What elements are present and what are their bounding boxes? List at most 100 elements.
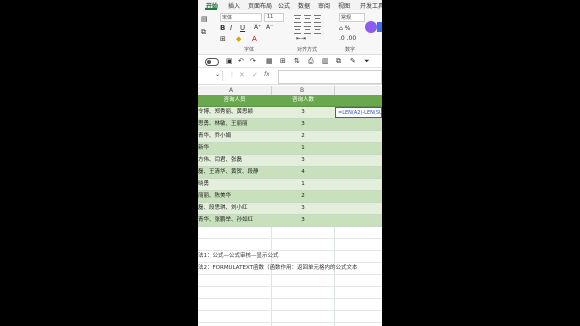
font-name-dropdown[interactable]: 宋体 [220, 13, 262, 22]
name-cell[interactable]: 令博、郑秀丽、黄思颖 [198, 107, 271, 118]
sort-icon[interactable]: ⇅ [294, 57, 300, 65]
note-method-1[interactable]: 法1：公式—公式审核—显示公式 [198, 251, 279, 261]
italic-button[interactable]: I [230, 24, 232, 32]
print-icon[interactable]: ⎙ [308, 57, 314, 65]
table-row: 思勇、林敏、王丽丽 3 [198, 119, 382, 131]
tab-review[interactable]: 审阅 [318, 1, 330, 10]
tab-view[interactable]: 视图 [338, 1, 350, 10]
tab-formulas[interactable]: 公式 [278, 1, 290, 10]
name-box-chevron-icon: ⌄ [215, 71, 221, 78]
grid-icon[interactable]: ⊞ [280, 57, 286, 65]
save-icon[interactable]: ▣ [226, 57, 233, 65]
copy-icon[interactable]: ⧉ [201, 28, 206, 36]
column-separator [334, 86, 335, 95]
align-center-icon[interactable] [304, 26, 311, 34]
name-cell[interactable]: 思勇、林敏、王丽丽 [198, 119, 271, 130]
table-row: 磊、王清华、黄贺、段静 4 [198, 167, 382, 179]
grow-font-button[interactable]: A⁺ [254, 24, 261, 32]
table-row: 令博、郑秀丽、黄思颖 3 =LEN(A2)-LEN(SU [198, 107, 382, 119]
name-cell[interactable]: 磊、段思琪、刘小红 [198, 203, 271, 214]
paste-icon[interactable]: ▤ [201, 15, 208, 23]
tab-data[interactable]: 数据 [298, 1, 310, 10]
table-row: 晓勇 1 [198, 179, 382, 191]
assistant-icon[interactable] [365, 21, 377, 33]
fill-color-icon[interactable]: ◆ [236, 35, 241, 43]
shrink-font-button[interactable]: A⁻ [266, 24, 273, 32]
redo-icon[interactable]: ↷ [250, 57, 256, 65]
name-cell[interactable]: 青华、张鹏举、孙如红 [198, 215, 271, 226]
count-cell[interactable]: 3 [272, 155, 334, 166]
header-c-cell[interactable] [335, 95, 382, 106]
grid-line [198, 238, 382, 239]
indent-icon[interactable]: ⇤⇥ [296, 35, 306, 43]
count-cell[interactable]: 2 [272, 131, 334, 142]
number-format-dropdown[interactable]: 常规 [339, 13, 365, 22]
align-bottom-icon[interactable] [314, 15, 321, 23]
align-left-icon[interactable] [294, 26, 301, 34]
grid-line [198, 298, 382, 299]
brush-icon[interactable]: ✎ [350, 57, 356, 65]
worksheet-grid: 咨询人员 咨询人数 令博、郑秀丽、黄思颖 3 =LEN(A2)-LEN(SU 思… [198, 95, 382, 326]
font-size-dropdown[interactable]: 11 [264, 13, 284, 22]
name-box[interactable]: ⌄ [198, 71, 223, 81]
count-cell[interactable]: 3 [272, 203, 334, 214]
currency-icon[interactable]: ⌂ % [339, 25, 350, 33]
table-row: 青华、张鹏举、孙如红 3 [198, 215, 382, 227]
underline-button[interactable]: U [240, 24, 245, 32]
styles-icon[interactable] [377, 22, 382, 32]
confirm-icon[interactable]: ✓ [252, 71, 258, 79]
font-name-value: 宋体 [222, 15, 233, 21]
align-top-icon[interactable] [294, 15, 301, 23]
more-icon[interactable]: ⋮ [229, 71, 235, 79]
font-size-value: 11 [267, 14, 274, 20]
chart-icon[interactable]: ▥ [322, 57, 329, 65]
quick-access-toolbar: ▣ ↶ ↷ ▦ ⊞ ⇅ ⎙ ▥ ⧉ ✎ ⏷ [198, 55, 382, 68]
count-cell[interactable]: 1 [272, 179, 334, 190]
copy-format-icon[interactable]: ⧉ [336, 57, 341, 65]
name-cell[interactable]: 磊、王清华、黄贺、段静 [198, 167, 271, 178]
align-right-icon[interactable] [314, 26, 321, 34]
name-cell[interactable]: 新华 [198, 143, 271, 154]
menu-bar: 开始 插入 页面布局 公式 数据 审阅 视图 开发工具 [198, 0, 382, 10]
name-cell[interactable]: 青华、乔小娟 [198, 131, 271, 142]
tab-page-layout[interactable]: 页面布局 [248, 1, 272, 10]
fx-icon[interactable]: fx [264, 71, 270, 79]
count-cell[interactable]: 2 [272, 191, 334, 202]
table-row: 青华、乔小娟 2 [198, 131, 382, 143]
name-cell[interactable]: 丽丽、陈美华 [198, 191, 271, 202]
name-cell[interactable]: 晓勇 [198, 179, 271, 190]
count-cell[interactable]: 3 [272, 215, 334, 226]
border-icon[interactable]: ⊞ [220, 35, 226, 43]
count-cell[interactable]: 1 [272, 143, 334, 154]
alignment-group-label: 对齐方式 [297, 47, 318, 53]
column-a-header[interactable]: A [229, 87, 233, 94]
bold-button[interactable]: B [220, 24, 225, 32]
note-method-2[interactable]: 法2：FORMULATEXT函数（函数作用：返回单元格内的公式文本 [198, 263, 357, 273]
filter-icon[interactable]: ⏷ [364, 57, 370, 65]
align-middle-icon[interactable] [304, 15, 311, 23]
header-count[interactable]: 咨询人数 [272, 95, 334, 106]
table-row: 丽丽、陈美华 2 [198, 191, 382, 203]
formula-input[interactable] [278, 70, 382, 84]
tab-insert[interactable]: 插入 [228, 1, 240, 10]
name-cell[interactable]: 方伟、闫君、张磊 [198, 155, 271, 166]
column-b-header[interactable]: B [300, 87, 304, 94]
count-cell[interactable]: 3 [272, 107, 334, 118]
decimal-icon[interactable]: .0 .00 [339, 35, 356, 43]
count-cell[interactable]: 4 [272, 167, 334, 178]
tab-developer[interactable]: 开发工具 [360, 1, 382, 10]
grid-line [198, 286, 382, 287]
autosave-toggle[interactable] [205, 58, 219, 66]
font-color-button[interactable]: A [252, 35, 257, 43]
grid-line [198, 310, 382, 311]
spreadsheet-app: 开始 插入 页面布局 公式 数据 审阅 视图 开发工具 ▤ ⧉ 宋体 11 B … [198, 0, 382, 326]
table-icon[interactable]: ▦ [266, 57, 273, 65]
count-cell[interactable]: 3 [272, 119, 334, 130]
selected-formula-cell[interactable]: =LEN(A2)-LEN(SU [335, 107, 382, 118]
formula-text: =LEN(A2)-LEN(SU [338, 110, 381, 116]
cancel-icon[interactable]: ✕ [239, 71, 245, 79]
undo-icon[interactable]: ↶ [238, 57, 244, 65]
number-format-value: 常规 [341, 15, 352, 21]
grid-line [198, 322, 382, 323]
header-consultants[interactable]: 咨询人员 [198, 95, 271, 106]
